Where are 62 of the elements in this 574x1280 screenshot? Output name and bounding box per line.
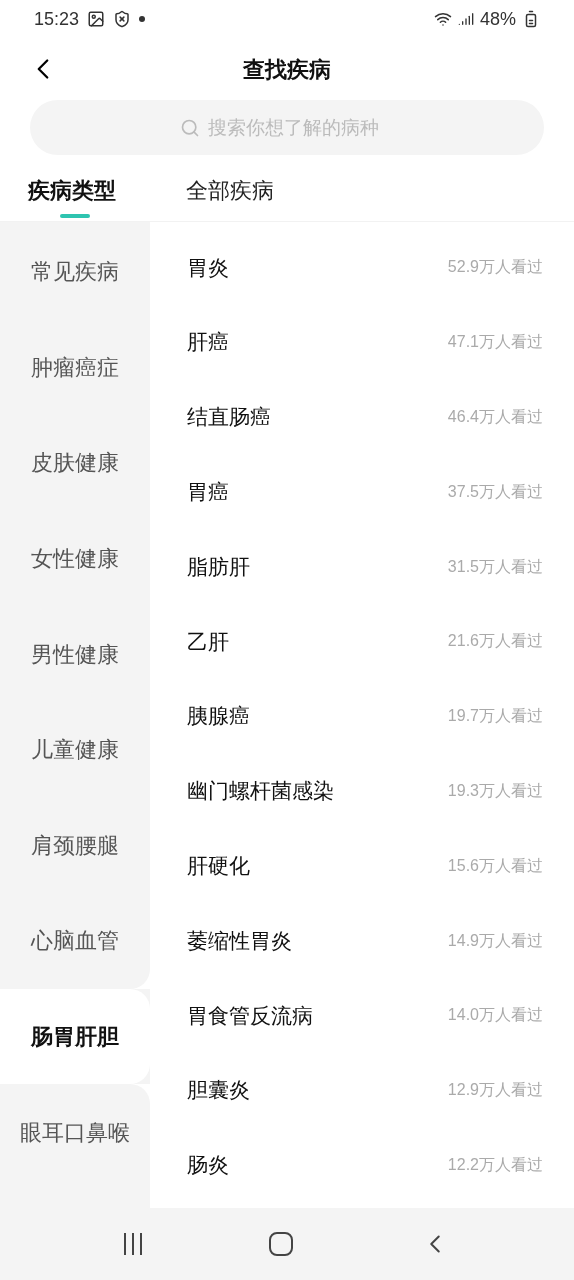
- view-count: 12.2万人看过: [447, 1154, 543, 1175]
- category-item[interactable]: 眼耳口鼻喉: [0, 1084, 150, 1180]
- disease-name: 胆囊炎: [187, 1077, 250, 1104]
- battery-percent: 48%: [479, 7, 516, 31]
- disease-name: 肠炎: [187, 1152, 229, 1179]
- disease-name: 结直肠癌: [187, 404, 271, 431]
- disease-row[interactable]: 胰腺癌 19.7万人看过: [150, 678, 574, 754]
- disease-row[interactable]: 胆囊炎 12.9万人看过: [150, 1052, 574, 1128]
- disease-name: 肝癌: [187, 329, 229, 356]
- category-item[interactable]: 女性健康: [0, 510, 150, 607]
- disease-row[interactable]: 乙肝 21.6万人看过: [150, 604, 574, 679]
- category-item[interactable]: 常见疾病: [0, 224, 150, 320]
- view-count: 52.9万人看过: [447, 257, 543, 278]
- category-item[interactable]: 心脑血管: [0, 893, 150, 989]
- disease-name: 肝硬化: [187, 853, 250, 879]
- view-count: 12.9万人看过: [447, 1080, 543, 1101]
- shield-icon: [113, 10, 132, 28]
- view-count: 14.0万人看过: [447, 1005, 543, 1026]
- category-item[interactable]: 肩颈腰腿: [0, 797, 150, 894]
- view-count: 31.5万人看过: [447, 556, 543, 577]
- search-icon: [180, 118, 200, 138]
- disease-name: 幽门螺杆菌感染: [187, 778, 334, 805]
- disease-row[interactable]: 萎缩性胃炎 14.9万人看过: [150, 903, 574, 978]
- view-count: 37.5万人看过: [447, 481, 543, 502]
- view-count: 46.4万人看过: [447, 407, 543, 427]
- disease-row[interactable]: 肝硬化 15.6万人看过: [150, 828, 574, 904]
- view-count: 14.9万人看过: [447, 930, 543, 951]
- view-count: 15.6万人看过: [447, 855, 543, 876]
- disease-row[interactable]: 脂肪肝 31.5万人看过: [150, 529, 574, 604]
- view-count: 47.1万人看过: [447, 332, 543, 353]
- disease-row[interactable]: 肠炎 12.2万人看过: [150, 1127, 574, 1203]
- page-title: 查找疾病: [243, 55, 331, 84]
- disease-row[interactable]: 结直肠癌 46.4万人看过: [150, 379, 574, 455]
- disease-row[interactable]: 幽门螺杆菌感染 19.3万人看过: [150, 753, 574, 829]
- tab[interactable]: 全部疾病: [186, 163, 306, 218]
- disease-name: 乙肝: [187, 628, 229, 655]
- category-item[interactable]: 肿瘤癌症: [0, 319, 150, 416]
- disease-name: 胃食管反流病: [187, 1002, 313, 1029]
- disease-name: 萎缩性胃炎: [187, 927, 292, 954]
- category-item[interactable]: 肠胃肝胆: [0, 988, 150, 1085]
- disease-name: 脂肪肝: [187, 553, 250, 580]
- status-time: 15:23: [34, 7, 80, 31]
- category-item[interactable]: 男性健康: [0, 606, 150, 702]
- disease-row[interactable]: 肝癌 47.1万人看过: [150, 304, 574, 380]
- signal-icon: [457, 11, 474, 27]
- wifi-icon: [433, 10, 452, 28]
- tab[interactable]: 疾病类型: [28, 163, 186, 218]
- view-count: 21.6万人看过: [447, 631, 543, 652]
- category-item[interactable]: 皮肤健康: [0, 415, 150, 511]
- category-item[interactable]: 儿童健康: [0, 701, 150, 798]
- disease-name: 胰腺癌: [187, 703, 250, 730]
- view-count: 19.3万人看过: [447, 780, 543, 801]
- disease-row[interactable]: 胃炎 52.9万人看过: [150, 230, 574, 305]
- home-icon[interactable]: [269, 1232, 293, 1256]
- disease-row[interactable]: 胃食管反流病 14.0万人看过: [150, 977, 574, 1053]
- recent-apps-icon[interactable]: [123, 1233, 142, 1255]
- search-field[interactable]: 搜索你想了解的病种: [30, 100, 544, 155]
- disease-name: 胃癌: [187, 479, 229, 506]
- disease-name: 胃炎: [187, 254, 229, 281]
- disease-row[interactable]: 胃癌 37.5万人看过: [150, 454, 574, 530]
- gallery-icon: [87, 10, 106, 28]
- view-count: 19.7万人看过: [447, 706, 543, 727]
